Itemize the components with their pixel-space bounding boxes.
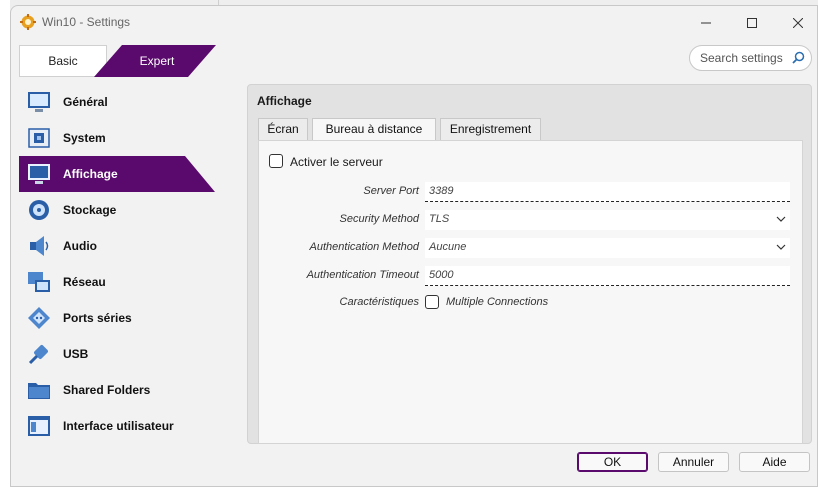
serial-port-icon bbox=[28, 307, 50, 329]
sidebar-item-label: Affichage bbox=[63, 167, 118, 181]
folder-icon bbox=[28, 383, 50, 399]
window-ui-icon bbox=[28, 416, 50, 436]
chip-icon bbox=[28, 128, 50, 148]
multiple-connections-label[interactable]: Multiple Connections bbox=[446, 296, 548, 308]
sidebar-item-shared-folders[interactable]: Shared Folders bbox=[19, 372, 219, 408]
settings-window: Win10 - Settings Basic Expert Général bbox=[10, 5, 818, 487]
auth-method-value: Aucune bbox=[429, 241, 467, 253]
auth-timeout-row: Authentication Timeout 5000 bbox=[259, 266, 804, 286]
sidebar-item-label: Ports séries bbox=[63, 311, 132, 325]
server-port-label: Server Port bbox=[363, 185, 419, 197]
network-icon bbox=[28, 272, 50, 292]
tab-remote-desktop[interactable]: Bureau à distance bbox=[312, 118, 436, 141]
features-label: Caractéristiques bbox=[339, 296, 419, 308]
ok-button[interactable]: OK bbox=[577, 452, 648, 472]
basic-mode-button[interactable]: Basic bbox=[19, 45, 107, 77]
auth-timeout-label: Authentication Timeout bbox=[306, 269, 419, 281]
sidebar-item-label: Réseau bbox=[63, 275, 106, 289]
sidebar-item-label: Interface utilisateur bbox=[63, 419, 174, 433]
panel-title: Affichage bbox=[257, 94, 312, 108]
desktop-background bbox=[0, 0, 10, 487]
minimize-icon bbox=[701, 22, 711, 24]
settings-panel: Affichage Écran Bureau à distance Enregi… bbox=[247, 84, 812, 444]
mode-switch: Basic Expert bbox=[19, 45, 216, 77]
sidebar-item-display[interactable]: Affichage bbox=[19, 156, 219, 192]
expert-mode-button[interactable]: Expert bbox=[94, 45, 216, 77]
tab-recording[interactable]: Enregistrement bbox=[440, 118, 541, 140]
server-port-row: Server Port 3389 bbox=[259, 182, 804, 202]
title-bar[interactable]: Win10 - Settings bbox=[11, 6, 817, 38]
chevron-down-icon bbox=[776, 244, 786, 250]
maximize-icon bbox=[747, 17, 757, 28]
server-port-value: 3389 bbox=[429, 185, 454, 197]
multiple-connections-checkbox[interactable] bbox=[425, 295, 439, 309]
search-box[interactable] bbox=[689, 45, 812, 71]
sidebar-item-audio[interactable]: Audio bbox=[19, 228, 219, 264]
sidebar-item-label: Général bbox=[63, 95, 108, 109]
sidebar: Général System Affichage Stockage Audio … bbox=[19, 84, 219, 444]
close-button[interactable] bbox=[775, 6, 817, 38]
sidebar-item-network[interactable]: Réseau bbox=[19, 264, 219, 300]
security-method-row: Security Method TLS bbox=[259, 210, 804, 230]
security-method-label: Security Method bbox=[339, 213, 419, 225]
features-row: Caractéristiques Multiple Connections bbox=[259, 293, 804, 313]
sidebar-item-general[interactable]: Général bbox=[19, 84, 219, 120]
auth-timeout-value: 5000 bbox=[429, 269, 454, 281]
monitor-general-icon bbox=[28, 92, 50, 112]
auth-method-label: Authentication Method bbox=[309, 241, 419, 253]
speaker-icon bbox=[30, 236, 49, 256]
maximize-button[interactable] bbox=[729, 6, 775, 38]
server-port-field[interactable]: 3389 bbox=[425, 182, 790, 202]
security-method-value: TLS bbox=[429, 213, 450, 225]
chevron-down-icon bbox=[776, 216, 786, 222]
minimize-button[interactable] bbox=[683, 6, 729, 38]
display-icon bbox=[28, 164, 50, 184]
help-button[interactable]: Aide bbox=[739, 452, 810, 472]
close-icon bbox=[792, 17, 804, 28]
sidebar-item-serial-ports[interactable]: Ports séries bbox=[19, 300, 219, 336]
sidebar-item-label: Audio bbox=[63, 239, 97, 253]
enable-server-checkbox[interactable] bbox=[269, 154, 283, 168]
sidebar-item-user-interface[interactable]: Interface utilisateur bbox=[19, 408, 219, 444]
search-input[interactable] bbox=[700, 50, 792, 66]
usb-icon bbox=[28, 345, 48, 365]
auth-timeout-field[interactable]: 5000 bbox=[425, 266, 790, 286]
auth-method-row: Authentication Method Aucune bbox=[259, 238, 804, 258]
auth-method-select[interactable]: Aucune bbox=[425, 238, 790, 258]
disk-icon bbox=[29, 200, 49, 220]
sidebar-item-label: USB bbox=[63, 347, 89, 361]
sidebar-item-label: Shared Folders bbox=[63, 383, 151, 397]
sidebar-item-system[interactable]: System bbox=[19, 120, 219, 156]
tab-content: Activer le serveur Server Port 3389 Secu… bbox=[258, 140, 803, 444]
sidebar-item-label: System bbox=[63, 131, 106, 145]
search-icon[interactable] bbox=[792, 51, 805, 64]
cancel-button[interactable]: Annuler bbox=[658, 452, 729, 472]
security-method-select[interactable]: TLS bbox=[425, 210, 790, 230]
app-gear-icon bbox=[20, 14, 36, 30]
enable-server-label[interactable]: Activer le serveur bbox=[290, 155, 383, 169]
sidebar-item-label: Stockage bbox=[63, 203, 117, 217]
tab-screen[interactable]: Écran bbox=[258, 118, 308, 140]
window-title: Win10 - Settings bbox=[42, 15, 131, 29]
sidebar-item-usb[interactable]: USB bbox=[19, 336, 219, 372]
sidebar-item-storage[interactable]: Stockage bbox=[19, 192, 219, 228]
